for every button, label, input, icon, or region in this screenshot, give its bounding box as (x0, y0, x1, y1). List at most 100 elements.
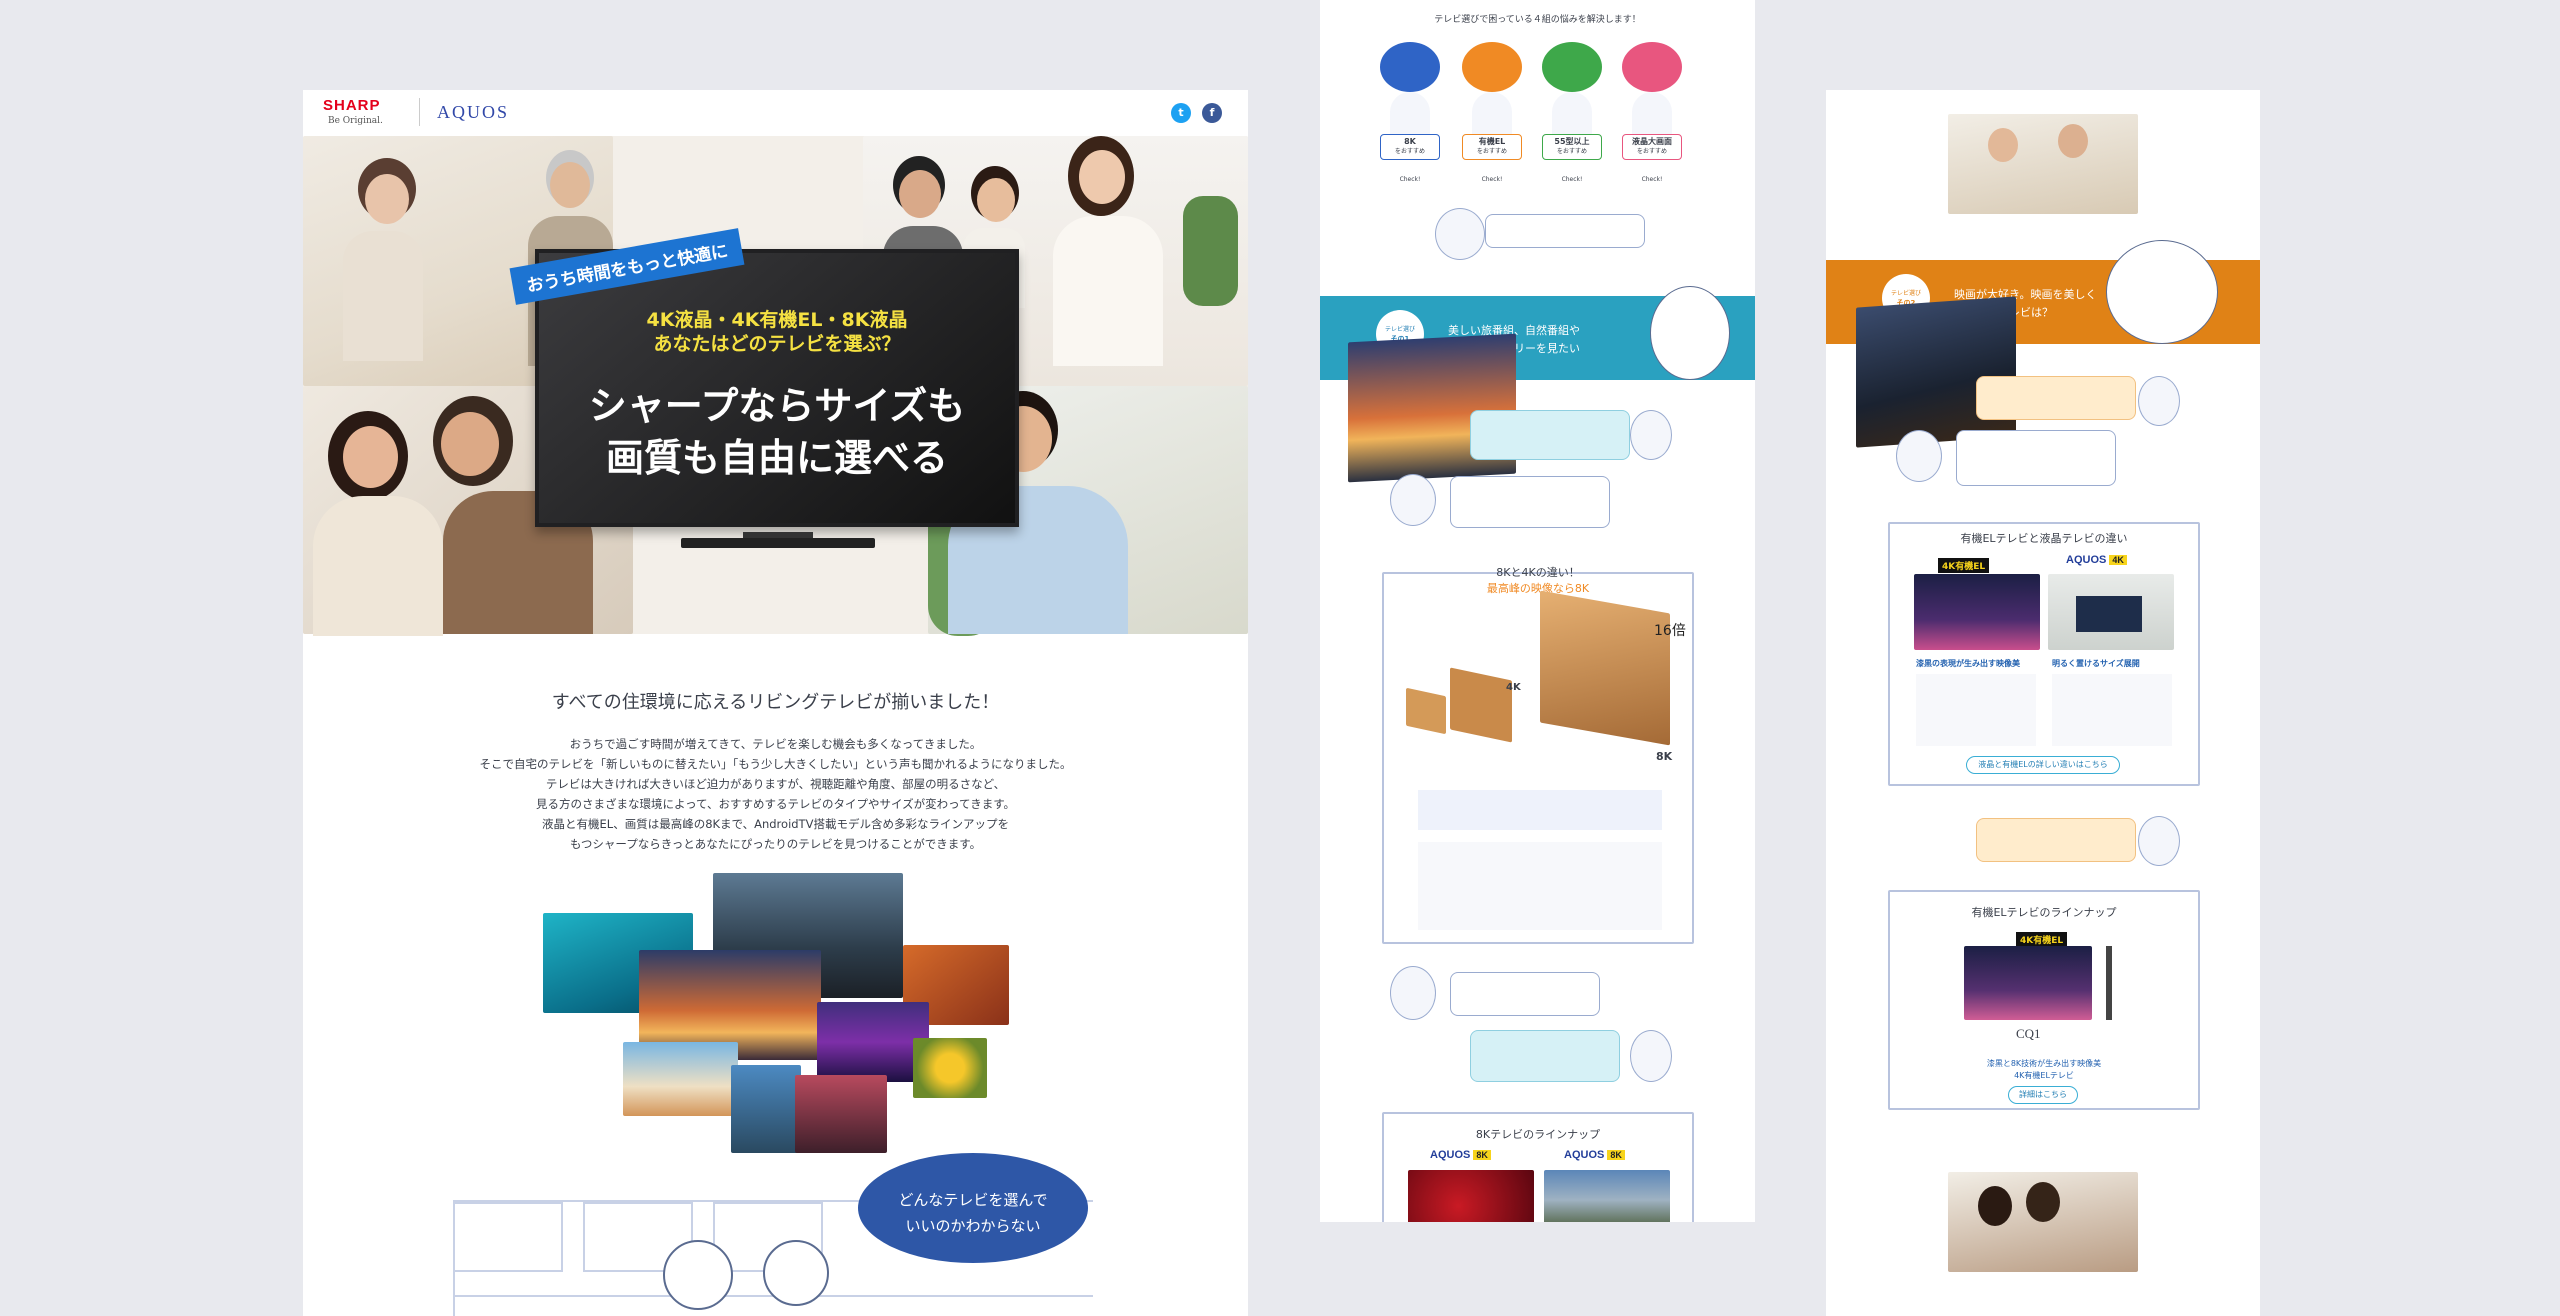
advisor-speech (1450, 476, 1610, 528)
section1-label-1: テレビ選び (1384, 326, 1415, 333)
worry-bubble (1622, 42, 1682, 92)
box8k-body (1418, 842, 1662, 930)
rec-box: 55型以上 をおすすめ (1542, 134, 1602, 160)
worry-bubble (1380, 42, 1440, 92)
badge-8k: 8K (1473, 1150, 1491, 1160)
intro-line: テレビは大きければ大きいほど迫力がありますが、視聴距離や角度、部屋の明るさなど、 (545, 777, 1006, 791)
oled-detail-button[interactable]: 詳細はこちら (2008, 1086, 2078, 1104)
oled-lineup-badge: 4K有機EL (2016, 932, 2068, 947)
aquos-8k-label: AQUOS 8K (1430, 1149, 1491, 1161)
worries-title: テレビ選びで困っている４組の悩みを解決します！ (1434, 15, 1641, 25)
hero-section: 4K液晶・4K有機EL・8K液晶 あなたはどのテレビを選ぶ？ シャープならサイズ… (303, 136, 1248, 636)
compare-title: 有機ELテレビと液晶テレビの違い (1960, 532, 2128, 545)
facebook-icon[interactable]: f (1202, 103, 1222, 123)
lineup8k-title: 8Kテレビのラインナップ (1475, 1128, 1601, 1141)
hero-title-2: 画質も自由に選べる (605, 436, 948, 480)
worry-card[interactable]: 有機EL をおすすめ Check! (1462, 42, 1522, 192)
cq1-side-view (2106, 946, 2112, 1020)
compare-link-button[interactable]: 液晶と有機ELの詳しい違いはこちら (1966, 756, 2120, 774)
advisor-speech (1485, 214, 1645, 248)
oled-badge-label: 4K有機EL (1938, 554, 1990, 573)
box-8k-vs-4k: 8Kと4Kの違い！ 最高峰の映像なら8K 16倍 4K 8K (1382, 566, 1694, 944)
k4-label: 4K (1506, 682, 1521, 693)
oled-lineup-badge-label: 4K有機EL (2016, 928, 2068, 947)
badge-8k: 8K (1607, 1150, 1625, 1160)
rec-sub: をおすすめ (1636, 148, 1667, 155)
hero-subtitle-1: 4K液晶・4K有機EL・8K液晶 (646, 309, 908, 331)
oled-head: 漆黒の表現が生み出す映像美 (1916, 659, 2020, 668)
box8k-title-1: 8Kと4Kの違い！ (1496, 566, 1580, 579)
lineup-brand: AQUOS (1564, 1149, 1605, 1161)
couple-illustration (2106, 240, 2218, 344)
lcd-brand: AQUOS (2066, 554, 2107, 566)
rec-label: 液晶大画面 (1632, 137, 1672, 146)
rec-box: 液晶大画面 をおすすめ (1622, 134, 1682, 160)
hero-subtitle-2: あなたはどのテレビを選ぶ？ (653, 333, 901, 355)
box8k-highlight (1418, 790, 1662, 830)
speech-line-1: どんなテレビを選んで (898, 1191, 1048, 1209)
couple-small-illustration (2138, 376, 2180, 426)
rec-label: 55型以上 (1554, 137, 1590, 146)
check-label: Check! (1481, 176, 1503, 183)
hero-title-1: シャープならサイズも (588, 384, 966, 428)
advisor-illustration (1390, 474, 1436, 526)
speech-bubble: どんなテレビを選んで いいのかわからない (858, 1153, 1088, 1263)
rec-box: 有機EL をおすすめ (1462, 134, 1522, 160)
oled-lineup-desc-2: 4K有機ELテレビ (2014, 1071, 2074, 1080)
coast-town-photo (623, 1042, 738, 1116)
couple-small-illustration (1630, 410, 1672, 460)
aquos-logo[interactable]: AQUOS (437, 102, 509, 123)
oled-badge: 4K有機EL (1938, 558, 1990, 573)
check-label: Check! (1561, 176, 1583, 183)
compare-box: 有機ELテレビと液晶テレビの違い 4K有機EL AQUOS 4K 漆黒の表現が生み… (1888, 522, 2200, 786)
lcd-head: 明るく置けるサイズ展開 (2052, 659, 2140, 668)
worry-card[interactable]: 55型以上 をおすすめ Check! (1542, 42, 1602, 192)
aquos-4k-label: AQUOS 4K (2066, 554, 2127, 566)
couple-speech (1976, 818, 2136, 862)
intro-heading: すべての住環境に応えるリビングテレビが揃いました！ (551, 692, 1000, 713)
header-divider (419, 98, 420, 126)
rec-label: 8K (1404, 137, 1416, 146)
rose-tv-photo[interactable] (1408, 1170, 1534, 1222)
couple-speech (1470, 1030, 1620, 1082)
rec-sub: をおすすめ (1476, 148, 1507, 155)
sharp-logo[interactable]: SHARP (323, 97, 381, 114)
section2-label-1: テレビ選び (1890, 290, 1921, 297)
badge-4k: 4K (2109, 555, 2127, 565)
rec-label: 有機EL (1478, 137, 1506, 146)
advisor-illustration (1435, 208, 1485, 260)
couple-small-illustration (2138, 816, 2180, 866)
intro-line: 見る方のさまざまな環境によって、おすすめするテレビのタイプやサイズが変わってきま… (535, 797, 1016, 811)
intro-line: おうちで過ごす時間が増えてきて、テレビを楽しむ機会も多くなってきました。 (569, 737, 982, 751)
oled-body (1916, 674, 2036, 746)
mountain-tv-photo[interactable] (1544, 1170, 1670, 1222)
oled-lineup-desc-1: 漆黒と8K技術が生み出す映像美 (1986, 1059, 2102, 1068)
couple-living-room-photo (1948, 1172, 2138, 1272)
sunflower-photo (913, 1038, 987, 1098)
tv-base (681, 538, 875, 548)
twitter-icon[interactable]: t (1171, 103, 1191, 123)
worry-bubble (1462, 42, 1522, 92)
intro-section: すべての住環境に応えるリビングテレビが揃いました！ おうちで過ごす時間が増えてき… (303, 688, 1248, 854)
cat-photo-8k (1540, 590, 1670, 746)
music-photo (795, 1075, 887, 1153)
senior-couple-small-photo (1948, 114, 2138, 214)
worry-card[interactable]: 8K をおすすめ Check! (1380, 42, 1440, 192)
brand-tagline: Be Original. (328, 116, 383, 126)
k8-label: 8K (1656, 750, 1673, 763)
intro-line: そこで自宅のテレビを「新しいものに替えたい」「もう少し大きくしたい」という声も聞… (479, 757, 1072, 771)
landing-page-section-1: テレビ選びで困っている４組の悩みを解決します！ 8K をおすすめ Check! … (1320, 0, 1755, 1222)
advisor-illustration (1390, 966, 1436, 1020)
cq1-model: CQ1 (2016, 1026, 2041, 1041)
advisor-illustration (1896, 430, 1942, 482)
cat-photo-small (1406, 687, 1446, 735)
cat-photo-4k (1450, 667, 1512, 743)
rec-sub: をおすすめ (1394, 148, 1425, 155)
cq1-tv-photo[interactable] (1964, 946, 2092, 1020)
rec-box: 8K をおすすめ (1380, 134, 1440, 160)
lineup-8k-box: 8Kテレビのラインナップ AQUOS 8K AQUOS 8K (1382, 1112, 1694, 1222)
oled-lineup-title: 有機ELテレビのラインナップ (1971, 906, 2117, 919)
worry-card[interactable]: 液晶大画面 をおすすめ Check! (1622, 42, 1682, 192)
temple-photo (1348, 333, 1516, 483)
oled-city-photo (1914, 574, 2040, 650)
